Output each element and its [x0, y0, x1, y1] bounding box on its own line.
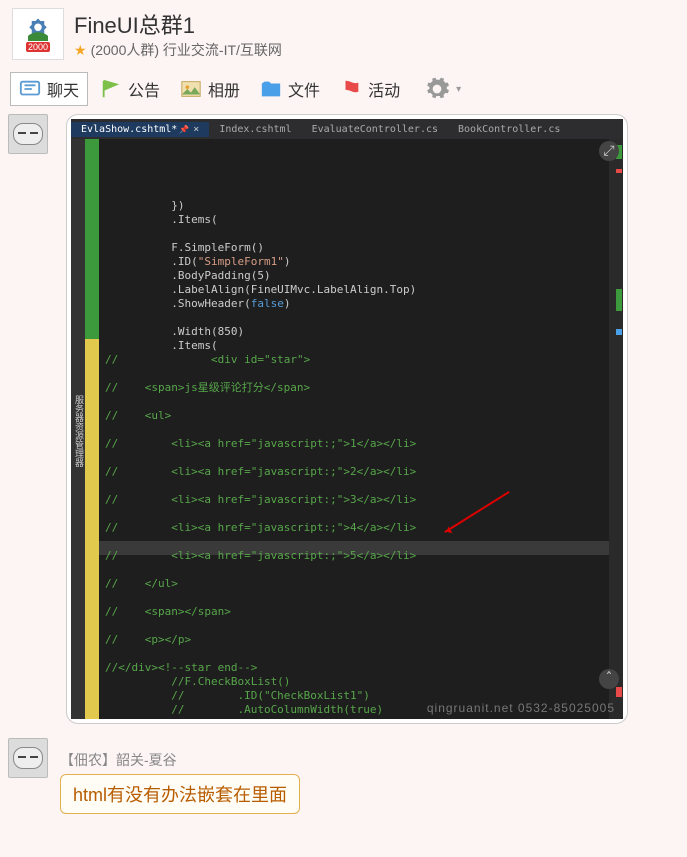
tab-announce[interactable]: 公告 — [92, 73, 168, 105]
code-line — [105, 311, 603, 325]
code-line: // <li><a href="javascript:;">2</a></li> — [105, 465, 603, 479]
scroll-up-button[interactable]: ˆ — [599, 669, 619, 689]
code-screenshot-bubble: EvlaShow.cshtml*📌×Index.cshtmlEvaluateCo… — [66, 114, 628, 724]
settings-button[interactable]: ▾ — [416, 72, 469, 106]
code-line: .Width(850) — [105, 325, 603, 339]
code-line: // <p></p> — [105, 633, 603, 647]
logo-year: 2000 — [26, 42, 50, 52]
group-subtitle: ★(2000人群) 行业交流-IT/互联网 — [74, 40, 282, 60]
tab-album[interactable]: 相册 — [172, 73, 248, 105]
chat-icon — [19, 78, 41, 100]
code-line: .LabelAlign(FineUIMvc.LabelAlign.Top) — [105, 283, 603, 297]
avatar[interactable] — [8, 738, 48, 778]
flag-icon — [100, 78, 122, 100]
code-line: // <div id="star"> — [105, 353, 603, 367]
tab-chat[interactable]: 聊天 — [10, 72, 88, 106]
chevron-down-icon: ▾ — [456, 84, 461, 95]
code-line — [105, 619, 603, 633]
code-line: // <li><a href="javascript:;">1</a></li> — [105, 437, 603, 451]
code-line: //F.CheckBoxList() — [105, 675, 603, 689]
code-line: F.SimpleForm() — [105, 241, 603, 255]
photo-icon — [180, 78, 202, 100]
code-area: }) .Items( F.SimpleForm() .ID("SimpleFor… — [99, 139, 609, 719]
code-line — [105, 395, 603, 409]
code-line: .ID("SimpleForm1") — [105, 255, 603, 269]
code-line — [105, 563, 603, 577]
editor-tab[interactable]: EvaluateController.cs — [302, 122, 448, 137]
group-title: FineUI总群1 — [74, 8, 282, 40]
folder-icon — [260, 78, 282, 100]
code-line — [105, 535, 603, 549]
editor-left-strip: 服务器资源管理器 — [71, 139, 85, 719]
code-line: // <span></span> — [105, 605, 603, 619]
code-line — [105, 423, 603, 437]
watermark: qingruanit.net 0532-85025005 — [427, 701, 615, 715]
red-flag-icon — [340, 78, 362, 100]
editor-tab[interactable]: EvlaShow.cshtml*📌× — [71, 122, 209, 137]
code-line — [105, 367, 603, 381]
avatar[interactable] — [8, 114, 48, 154]
code-line: // <li><a href="javascript:;">3</a></li> — [105, 493, 603, 507]
code-line: // </ul> — [105, 577, 603, 591]
code-line — [105, 591, 603, 605]
code-line: // .Items( — [105, 717, 603, 719]
code-line: // <li><a href="javascript:;">4</a></li> — [105, 521, 603, 535]
editor-tabs: EvlaShow.cshtml*📌×Index.cshtmlEvaluateCo… — [71, 119, 623, 139]
code-line: //</div><!--star end--> — [105, 661, 603, 675]
group-avatar[interactable]: 2000 — [12, 8, 64, 60]
editor-tab[interactable]: Index.cshtml — [209, 122, 301, 137]
change-gutter — [85, 139, 99, 719]
code-line — [105, 507, 603, 521]
star-icon: ★ — [74, 42, 87, 59]
code-line — [105, 227, 603, 241]
code-line — [105, 451, 603, 465]
tab-files[interactable]: 文件 — [252, 73, 328, 105]
gear-icon — [424, 76, 450, 102]
code-line: // <ul> — [105, 409, 603, 423]
code-line — [105, 479, 603, 493]
sender-name: 【佃农】韶关-夏谷 — [60, 750, 679, 770]
message-bubble: html有没有办法嵌套在里面 — [60, 774, 300, 814]
tab-activity[interactable]: 活动 — [332, 73, 408, 105]
editor-tab[interactable]: BookController.cs — [448, 122, 570, 137]
code-line: .Items( — [105, 339, 603, 353]
code-line: // <li><a href="javascript:;">5</a></li> — [105, 549, 603, 563]
code-line: .ShowHeader(false) — [105, 297, 603, 311]
expand-button[interactable]: ⤢ — [599, 141, 619, 161]
editor-screenshot: EvlaShow.cshtml*📌×Index.cshtmlEvaluateCo… — [71, 119, 623, 719]
minimap — [609, 139, 623, 719]
toolbar: 聊天 公告 相册 文件 活动 ▾ — [0, 68, 687, 110]
code-line: .Items( — [105, 213, 603, 227]
code-line: }) — [105, 199, 603, 213]
code-line — [105, 647, 603, 661]
code-line: // <span>js星级评论打分</span> — [105, 381, 603, 395]
code-line: .BodyPadding(5) — [105, 269, 603, 283]
